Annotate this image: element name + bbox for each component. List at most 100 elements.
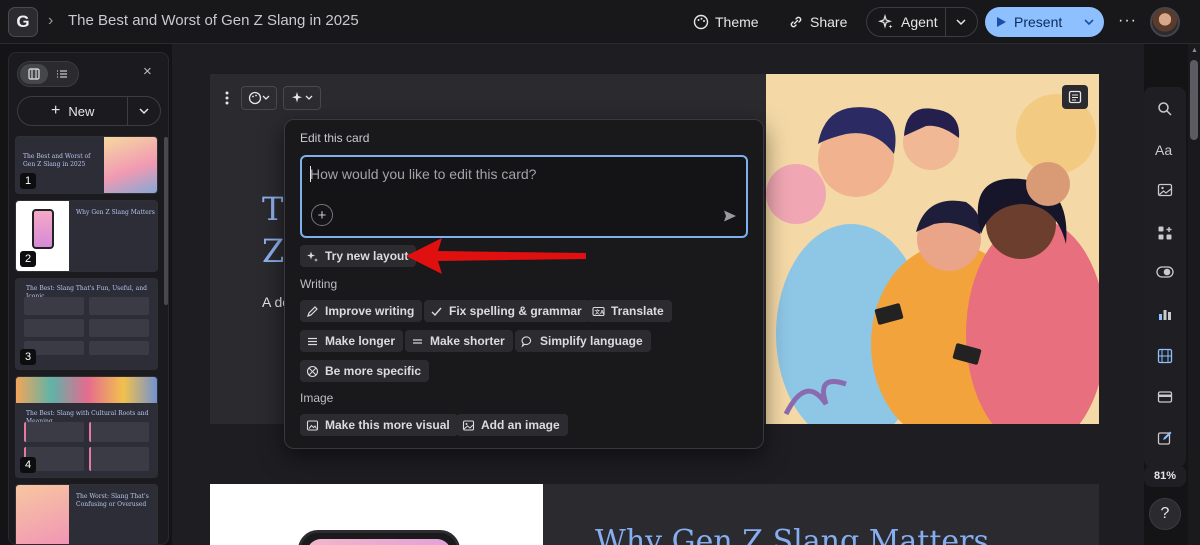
present-button[interactable]: Present (985, 7, 1104, 37)
text-style-icon[interactable]: Aa (1154, 139, 1176, 161)
chevron-down-icon (956, 19, 966, 26)
list-view-option[interactable] (48, 64, 76, 84)
image-icon (462, 419, 475, 431)
plus-icon: + (51, 102, 61, 119)
simplify-language-label: Simplify language (540, 334, 643, 348)
popover-heading: Edit this card (300, 131, 370, 145)
card-icon[interactable] (1154, 386, 1176, 408)
new-card-dropdown[interactable] (128, 105, 160, 117)
edit-card-popover: Edit this card + Try new layout Writing … (284, 119, 764, 449)
make-shorter-label: Make shorter (430, 334, 505, 348)
simplify-language-button[interactable]: Simplify language (515, 330, 651, 352)
scroll-up-icon[interactable]: ▲ (1191, 47, 1198, 54)
card-2-title[interactable]: Why Gen Z Slang Matters (595, 524, 989, 545)
card-2[interactable]: Why Gen Z Slang Matters (210, 484, 1099, 545)
user-avatar[interactable] (1150, 7, 1180, 37)
card-2-image (210, 484, 543, 545)
agent-dropdown[interactable] (946, 16, 977, 28)
slide-thumbnail-1[interactable]: The Best and Worst of Gen Z Slang in 202… (15, 136, 158, 194)
thumb-title: The Best and Worst of Gen Z Slang in 202… (23, 153, 91, 168)
video-icon[interactable] (1154, 345, 1176, 367)
chart-icon[interactable] (1154, 303, 1176, 325)
edit-icon[interactable] (1154, 427, 1176, 449)
zoom-level[interactable]: 81% (1144, 465, 1186, 487)
new-card-button[interactable]: + New (17, 96, 161, 126)
annotation-arrow-icon (406, 238, 586, 274)
edit-prompt-input[interactable] (310, 164, 730, 184)
agent-button[interactable]: Agent (866, 7, 978, 37)
card-1-title-line-1: T (262, 190, 284, 228)
make-shorter-button[interactable]: Make shorter (405, 330, 513, 352)
lines-long-icon (308, 337, 317, 345)
breadcrumb-chevron-icon: › (48, 12, 54, 29)
slide-thumbnail-2[interactable]: Why Gen Z Slang Matters 2 (15, 200, 158, 272)
improve-writing-button[interactable]: Improve writing (300, 300, 423, 322)
thumb-number: 2 (20, 251, 36, 267)
card-ai-button[interactable] (283, 86, 321, 110)
chevron-down-icon (139, 108, 149, 115)
thumb-number: 4 (20, 457, 36, 473)
present-dropdown[interactable] (1073, 16, 1104, 28)
attach-button[interactable]: + (311, 204, 333, 226)
sparkle-icon (878, 14, 893, 29)
pen-icon (307, 305, 318, 317)
translate-icon: 文A (592, 306, 605, 316)
thumb-number: 1 (20, 173, 36, 189)
notes-icon (1068, 90, 1082, 104)
translate-label: Translate (611, 304, 664, 318)
card-theme-button[interactable] (241, 86, 277, 110)
card-1-title-line-2: Z (262, 232, 285, 270)
card-menu-button[interactable] (220, 86, 234, 110)
group-illustration (766, 74, 1099, 424)
slide-thumbnail-5[interactable]: The Worst: Slang That's Confusing or Ove… (15, 484, 158, 544)
fix-spelling-button[interactable]: Fix spelling & grammar (424, 300, 590, 322)
sparkle-icon (292, 92, 313, 103)
slide-thumbnail-4[interactable]: The Best: Slang with Cultural Roots and … (15, 376, 158, 478)
card-notes-button[interactable] (1062, 85, 1088, 109)
scrollbar-thumb[interactable] (1190, 60, 1198, 140)
new-card-main[interactable]: + New (18, 97, 129, 125)
speech-bubble-icon (521, 335, 532, 348)
help-button[interactable]: ? (1149, 498, 1181, 530)
share-button[interactable]: Share (788, 8, 847, 36)
present-main[interactable]: Present (985, 7, 1073, 37)
theme-button[interactable]: Theme (693, 8, 759, 36)
make-longer-label: Make longer (325, 334, 396, 348)
card-1-title[interactable]: T Z (262, 188, 284, 272)
card-1-image[interactable] (766, 74, 1099, 424)
agent-main[interactable]: Agent (867, 8, 946, 36)
search-icon[interactable] (1154, 98, 1176, 120)
make-longer-button[interactable]: Make longer (300, 330, 404, 352)
send-icon (724, 210, 736, 222)
app-logo[interactable]: G (8, 7, 38, 37)
try-new-layout-button[interactable]: Try new layout (300, 245, 417, 267)
add-image-label: Add an image (481, 418, 560, 432)
text-caret (310, 166, 311, 182)
more-options-button[interactable]: ··· (1118, 12, 1137, 30)
image-icon[interactable] (1154, 179, 1176, 201)
canvas-scrollbar[interactable]: ▲ (1188, 44, 1200, 545)
edit-prompt-box[interactable]: + (300, 155, 748, 238)
translate-button[interactable]: 文A Translate (586, 300, 672, 322)
close-panel-button[interactable]: × (143, 63, 152, 80)
thumb-image (16, 377, 157, 403)
add-image-button[interactable]: Add an image (456, 414, 568, 436)
view-toggle[interactable] (17, 61, 79, 87)
document-title[interactable]: The Best and Worst of Gen Z Slang in 202… (68, 12, 359, 29)
thumbnail-view-option[interactable] (20, 64, 48, 84)
slide-thumbnail-3[interactable]: The Best: Slang That's Fun, Useful, and … (15, 278, 158, 370)
present-label: Present (1014, 14, 1063, 30)
thumb-number: 3 (20, 349, 36, 365)
fix-spelling-label: Fix spelling & grammar (449, 304, 582, 318)
add-block-icon[interactable] (1154, 222, 1176, 244)
image-sparkle-icon (306, 419, 319, 431)
send-button[interactable] (719, 205, 741, 227)
thumb-title: Why Gen Z Slang Matters (76, 209, 155, 216)
film-icon (28, 68, 40, 80)
toggle-icon[interactable] (1154, 261, 1176, 283)
be-more-specific-button[interactable]: Be more specific (300, 360, 430, 382)
make-more-visual-button[interactable]: Make this more visual (300, 414, 458, 436)
panel-scrollbar[interactable] (164, 137, 168, 305)
make-more-visual-label: Make this more visual (325, 418, 450, 432)
phone-illustration (298, 530, 460, 545)
